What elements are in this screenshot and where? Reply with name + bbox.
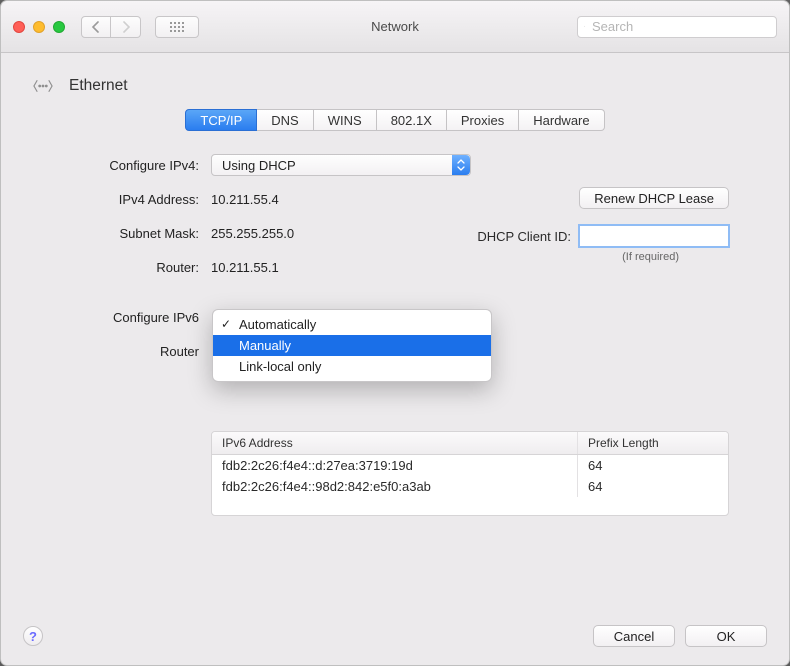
dhcp-client-id-label: DHCP Client ID: (477, 229, 571, 244)
dhcp-side: Renew DHCP Lease DHCP Client ID: (If req… (477, 187, 729, 263)
ipv4-address-label: IPv4 Address: (61, 192, 211, 207)
nav-buttons (81, 16, 141, 38)
search-icon (584, 20, 585, 33)
subnet-mask-label: Subnet Mask: (61, 226, 211, 241)
configure-ipv6-label: Configure IPv6 (61, 310, 211, 325)
configure-ipv4-label: Configure IPv4: (61, 158, 211, 173)
col-ipv6-address[interactable]: IPv6 Address (212, 432, 578, 454)
titlebar: Network (1, 1, 789, 53)
ethernet-icon (29, 75, 57, 97)
tab-hardware[interactable]: Hardware (519, 109, 604, 131)
prefix-length-cell: 64 (578, 455, 728, 476)
chevron-left-icon (90, 21, 102, 33)
help-button[interactable]: ? (23, 626, 43, 646)
footer: ? Cancel OK (1, 611, 789, 665)
preferences-window: Network Ethernet TCP/IP DNS WINS 802.1X … (0, 0, 790, 666)
tab-wins[interactable]: WINS (314, 109, 377, 131)
ipv6-router-label: Router (61, 344, 211, 359)
zoom-window-button[interactable] (53, 21, 65, 33)
ipv4-address-value: 10.211.55.4 (211, 192, 279, 207)
ipv6-option-automatically[interactable]: Automatically (213, 314, 491, 335)
ipv6-option-manually[interactable]: Manually (213, 335, 491, 356)
configure-ipv6-menu[interactable]: Automatically Manually Link-local only (212, 309, 492, 382)
ipv6-option-link-local[interactable]: Link-local only (213, 356, 491, 377)
chevron-right-icon (120, 21, 132, 33)
tab-dns[interactable]: DNS (257, 109, 313, 131)
ok-button[interactable]: OK (685, 625, 767, 647)
ipv6-address-cell: fdb2:2c26:f4e4::98d2:842:e5f0:a3ab (212, 476, 578, 497)
dhcp-client-id-input[interactable] (579, 225, 729, 247)
col-prefix-length[interactable]: Prefix Length (578, 432, 728, 454)
form-area: Configure IPv4: Using DHCP IPv4 Address:… (1, 145, 789, 611)
router-value: 10.211.55.1 (211, 260, 279, 275)
if-required-hint: (If required) (622, 251, 679, 263)
help-icon: ? (29, 629, 37, 644)
page-title: Ethernet (69, 77, 128, 95)
window-controls (13, 21, 65, 33)
forward-button[interactable] (111, 16, 141, 38)
grid-icon (170, 22, 184, 32)
minimize-window-button[interactable] (33, 21, 45, 33)
back-button[interactable] (81, 16, 111, 38)
configure-ipv4-select[interactable]: Using DHCP (211, 154, 471, 176)
window-title: Network (371, 19, 419, 34)
subnet-mask-value: 255.255.255.0 (211, 226, 294, 241)
configure-ipv4-value: Using DHCP (222, 158, 296, 173)
tabs: TCP/IP DNS WINS 802.1X Proxies Hardware (1, 109, 789, 131)
ipv6-address-cell: fdb2:2c26:f4e4::d:27ea:3719:19d (212, 455, 578, 476)
close-window-button[interactable] (13, 21, 25, 33)
show-all-button[interactable] (155, 16, 199, 38)
tab-8021x[interactable]: 802.1X (377, 109, 447, 131)
search-field[interactable] (577, 16, 777, 38)
renew-dhcp-lease-button[interactable]: Renew DHCP Lease (579, 187, 729, 209)
tab-proxies[interactable]: Proxies (447, 109, 519, 131)
ipv6-address-table: IPv6 Address Prefix Length fdb2:2c26:f4e… (211, 431, 729, 516)
table-row[interactable]: fdb2:2c26:f4e4::98d2:842:e5f0:a3ab 64 (212, 476, 728, 497)
router-label: Router: (61, 260, 211, 275)
prefix-length-cell: 64 (578, 476, 728, 497)
search-input[interactable] (590, 18, 770, 35)
table-row[interactable]: fdb2:2c26:f4e4::d:27ea:3719:19d 64 (212, 455, 728, 476)
cancel-button[interactable]: Cancel (593, 625, 675, 647)
tab-tcpip[interactable]: TCP/IP (185, 109, 257, 131)
pane-header: Ethernet (1, 53, 789, 107)
updown-icon (452, 155, 470, 175)
